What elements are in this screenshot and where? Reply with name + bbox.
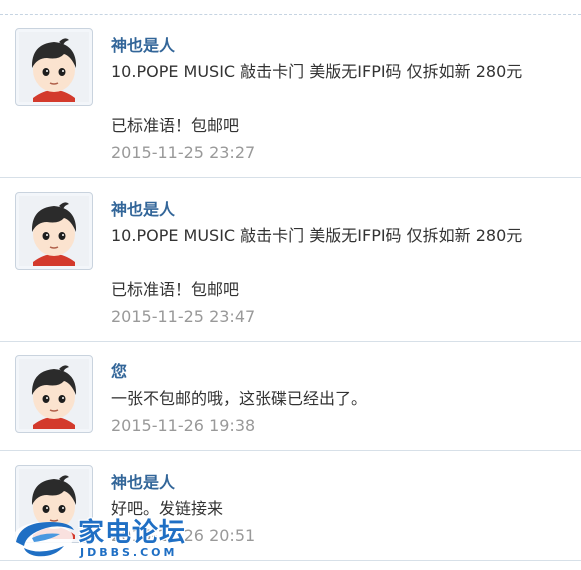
sender-name[interactable]: 神也是人 [111, 200, 175, 220]
avatar-cartoon-boy-icon [19, 196, 89, 266]
message-thread: 神也是人 10.POPE MUSIC 敲击卡门 美版无IFPI码 仅拆如新 28… [0, 0, 581, 570]
avatar-cartoon-boy-icon [19, 32, 89, 102]
avatar[interactable] [15, 28, 93, 106]
message-text-line: 已标准语！包邮吧 [111, 116, 240, 135]
message-timestamp: 2015-11-25 23:27 [111, 143, 256, 162]
watermark-subtitle: JDBBS.COM [80, 546, 178, 559]
message-text-line: 一张不包邮的哦，这张碟已经出了。 [111, 389, 368, 408]
forum-logo-icon [13, 522, 74, 557]
sender-name[interactable]: 神也是人 [111, 36, 175, 56]
message-divider [0, 450, 581, 451]
avatar-cartoon-boy-icon [19, 359, 89, 429]
avatar[interactable] [15, 192, 93, 270]
avatar[interactable] [15, 355, 93, 433]
message-timestamp: 2015-11-25 23:47 [111, 307, 256, 326]
message-timestamp: 2015-11-26 19:38 [111, 416, 256, 435]
message-divider [0, 177, 581, 178]
message-text-line: 10.POPE MUSIC 敲击卡门 美版无IFPI码 仅拆如新 280元 [111, 62, 523, 81]
top-dashed-divider [0, 14, 581, 15]
message-text-line: 10.POPE MUSIC 敲击卡门 美版无IFPI码 仅拆如新 280元 [111, 226, 523, 245]
message-divider [0, 341, 581, 342]
watermark-title: 家电论坛 [78, 518, 187, 548]
sender-name[interactable]: 您 [111, 362, 127, 382]
sender-name[interactable]: 神也是人 [111, 473, 175, 493]
forum-watermark: 家电论坛 JDBBS.COM [10, 510, 210, 566]
message-text-line: 已标准语！包邮吧 [111, 280, 240, 299]
